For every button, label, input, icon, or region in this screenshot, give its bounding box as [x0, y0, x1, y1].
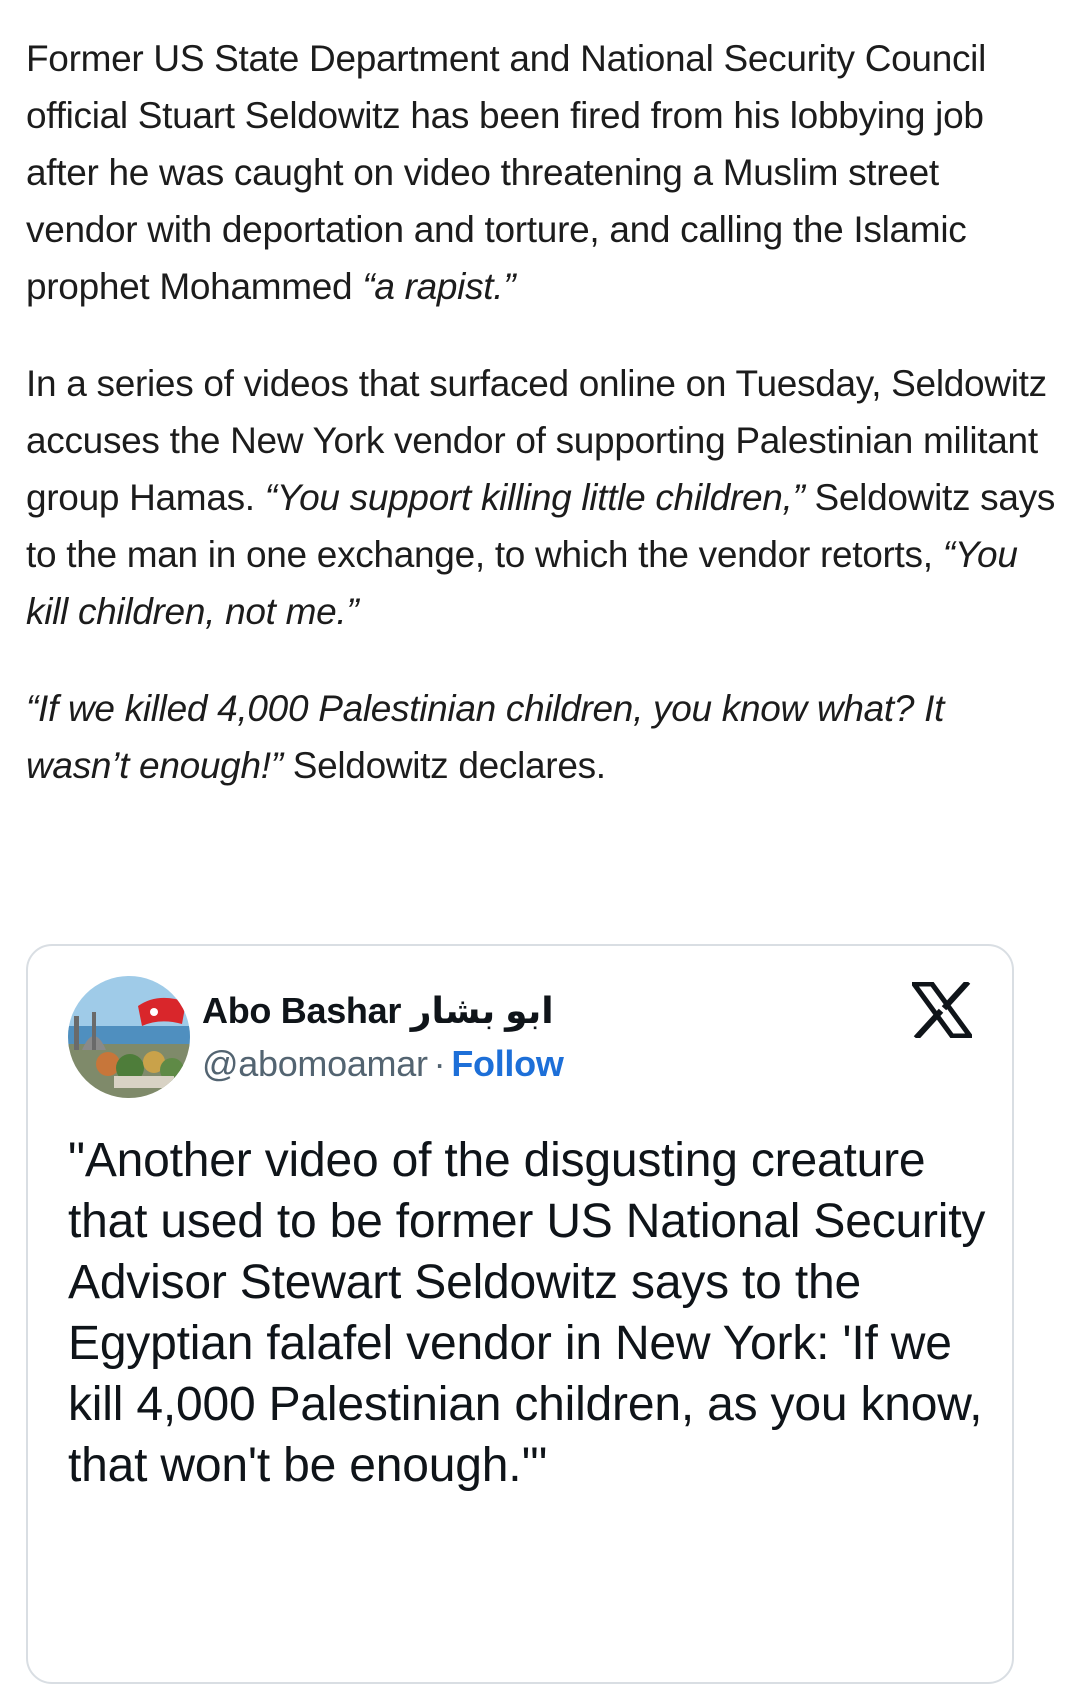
tweet-handle[interactable]: @abomoamar: [202, 1043, 428, 1084]
paragraph-quote: “You support killing little children,”: [264, 477, 805, 518]
follow-button[interactable]: Follow: [451, 1043, 563, 1084]
x-logo-icon[interactable]: [909, 979, 975, 1041]
tweet-author-name[interactable]: Abo Bashar ابو بشار: [202, 990, 554, 1032]
article-body: Former US State Department and National …: [26, 30, 1056, 834]
avatar[interactable]: [68, 976, 190, 1098]
article-paragraph-3: “If we killed 4,000 Palestinian children…: [26, 680, 1056, 794]
embedded-tweet-card[interactable]: Abo Bashar ابو بشار @abomoamar · Follow "A…: [26, 944, 1014, 1684]
article-paragraph-1: Former US State Department and National …: [26, 30, 1056, 315]
separator-dot: ·: [433, 1043, 446, 1084]
tweet-text: "Another video of the disgusting creatur…: [68, 1134, 986, 1492]
tweet-handle-row: @abomoamar · Follow: [202, 1043, 564, 1085]
avatar-image: [68, 976, 190, 1098]
paragraph-text: Seldowitz declares.: [282, 745, 606, 786]
article-paragraph-2: In a series of videos that surfaced onli…: [26, 355, 1056, 640]
paragraph-quote: “a rapist.”: [362, 266, 516, 307]
